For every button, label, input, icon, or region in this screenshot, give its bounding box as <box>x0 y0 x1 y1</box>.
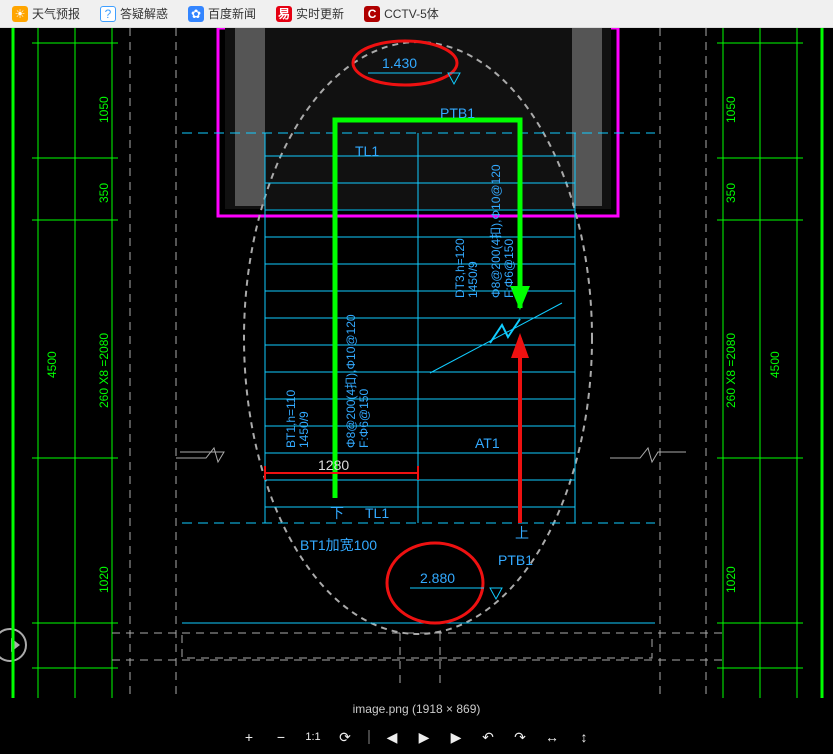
bookmark-label: 百度新闻 <box>208 5 256 22</box>
label-ptb1-bot: PTB1 <box>498 552 533 568</box>
dt3-spec2: 1450/9 <box>466 261 480 298</box>
elevation-top: 1.430 <box>382 55 417 71</box>
next-button[interactable]: ▶ <box>447 728 465 746</box>
prev-button[interactable]: ◀ <box>383 728 401 746</box>
dim-1020-l: 1020 <box>97 566 111 593</box>
redo-button[interactable]: ↷ <box>511 728 529 746</box>
dim-1020-r: 1020 <box>724 566 738 593</box>
bt1-spec3: Φ8@200(4扣),Φ10@120 <box>344 314 358 448</box>
cctv-icon: C <box>364 6 380 22</box>
bookmark-news[interactable]: 易 实时更新 <box>272 3 348 24</box>
label-bt1-note: BT1加宽100 <box>300 537 377 553</box>
dim-1280: 1280 <box>318 457 349 473</box>
bookmark-label: 实时更新 <box>296 5 344 22</box>
bookmark-weather[interactable]: ☀ 天气预报 <box>8 3 84 24</box>
label-tl1-bot: TL1 <box>365 505 389 521</box>
news-icon: 易 <box>276 6 292 22</box>
label-ptb1-top: PTB1 <box>440 105 475 121</box>
fit-horizontal-button[interactable]: ↔ <box>543 728 561 746</box>
label-at1: AT1 <box>475 435 500 451</box>
dim-4500-r: 4500 <box>768 351 782 378</box>
dt3-spec3: Φ8@200(4扣),Φ10@120 <box>489 164 503 298</box>
question-icon: ? <box>100 6 116 22</box>
actual-size-button[interactable]: 1:1 <box>304 728 322 746</box>
dim-4500-l: 4500 <box>45 351 59 378</box>
label-down: 下 <box>330 505 344 521</box>
cad-drawing: 1.430 2.880 PTB1 PTB1 TL1 TL1 AT1 BT1加宽1… <box>0 28 833 698</box>
bookmark-label: CCTV-5体 <box>384 5 439 22</box>
image-viewer: 1.430 2.880 PTB1 PTB1 TL1 TL1 AT1 BT1加宽1… <box>0 28 833 754</box>
bookmark-baidu[interactable]: ✿ 百度新闻 <box>184 3 260 24</box>
bookmark-bar: ☀ 天气预报 ? 答疑解惑 ✿ 百度新闻 易 实时更新 C CCTV-5体 <box>0 0 833 28</box>
separator-icon <box>368 730 369 744</box>
image-caption: image.png (1918 × 869) <box>0 702 833 716</box>
bookmark-label: 天气预报 <box>32 5 80 22</box>
zoom-in-button[interactable]: + <box>240 728 258 746</box>
image-dimensions: (1918 × 869) <box>412 702 480 716</box>
dim-350-l: 350 <box>97 183 111 203</box>
bookmark-cctv[interactable]: C CCTV-5体 <box>360 3 443 24</box>
dim-1050-r: 1050 <box>724 96 738 123</box>
bt1-spec1: BT1,h=110 <box>284 390 298 448</box>
bt1-spec4: F:Φ6@150 <box>357 389 371 448</box>
dim-1050-l: 1050 <box>97 96 111 123</box>
paw-icon: ✿ <box>188 6 204 22</box>
dim-350-r: 350 <box>724 183 738 203</box>
dim-260x8-l: 260 X8 =2080 <box>97 333 111 408</box>
bookmark-label: 答疑解惑 <box>120 5 168 22</box>
elevation-bot: 2.880 <box>420 570 455 586</box>
bookmark-qa[interactable]: ? 答疑解惑 <box>96 3 172 24</box>
fit-vertical-button[interactable]: ↕ <box>575 728 593 746</box>
play-button[interactable]: ▶ <box>415 728 433 746</box>
rotate-button[interactable]: ⟳ <box>336 728 354 746</box>
label-up: 上 <box>515 525 529 541</box>
undo-button[interactable]: ↶ <box>479 728 497 746</box>
sun-icon: ☀ <box>12 6 28 22</box>
image-filename: image.png <box>353 702 409 716</box>
dt3-spec1: DT3,h=120 <box>453 238 467 298</box>
dt3-spec4: F:Φ6@150 <box>502 239 516 298</box>
zoom-out-button[interactable]: − <box>272 728 290 746</box>
dim-260x8-r: 260 X8 =2080 <box>724 333 738 408</box>
viewer-toolbar: + − 1:1 ⟳ ◀ ▶ ▶ ↶ ↷ ↔ ↕ <box>240 728 593 746</box>
bt1-spec2: 1450/9 <box>297 411 311 448</box>
label-tl1-top: TL1 <box>355 143 379 159</box>
